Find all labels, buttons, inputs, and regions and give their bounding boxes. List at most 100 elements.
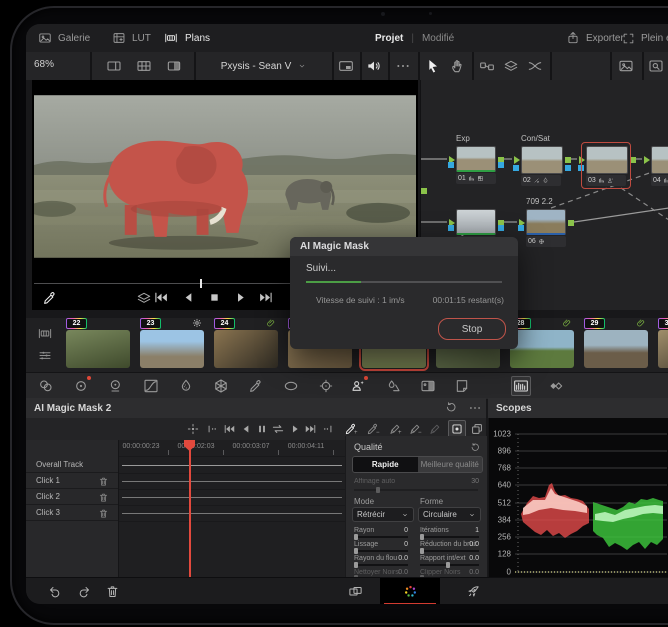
- slider-track[interactable]: [420, 562, 479, 568]
- notes-icon[interactable]: [454, 378, 470, 394]
- wipe-layers-icon[interactable]: [136, 290, 152, 306]
- node-bar[interactable]: 01: [456, 173, 496, 184]
- node-input[interactable]: [579, 156, 585, 164]
- node-mask-output[interactable]: [498, 162, 504, 168]
- zoom-level[interactable]: 68%: [34, 59, 54, 70]
- hand-tool-icon[interactable]: [450, 58, 466, 74]
- copy-mask-icon[interactable]: [470, 422, 484, 436]
- more-options-icon[interactable]: [395, 58, 411, 74]
- node-mask-input[interactable]: [518, 225, 524, 231]
- stop-icon[interactable]: [206, 289, 223, 306]
- undo-icon[interactable]: [48, 584, 63, 599]
- node-bar[interactable]: 06: [526, 236, 566, 247]
- delete-track-icon[interactable]: [98, 508, 109, 519]
- refine-slider[interactable]: [354, 487, 478, 493]
- scopes-toggle-icon[interactable]: [511, 376, 531, 396]
- node-mask-output[interactable]: [498, 225, 504, 231]
- node-input[interactable]: [644, 156, 650, 164]
- export-page-icon[interactable]: [466, 584, 481, 599]
- redo-icon[interactable]: [76, 584, 91, 599]
- clip-28[interactable]: 28: [510, 318, 574, 372]
- clip-24[interactable]: 24: [214, 318, 278, 372]
- node-output[interactable]: [568, 220, 574, 226]
- stop-button[interactable]: Stop: [438, 318, 506, 340]
- picker-add-icon[interactable]: +: [344, 422, 358, 436]
- primaries-icon[interactable]: [73, 376, 91, 394]
- pointer-tool-icon[interactable]: [425, 58, 441, 74]
- track-overall[interactable]: Overall Track: [26, 457, 118, 473]
- play-reverse-icon[interactable]: [180, 289, 197, 306]
- shape-dropdown[interactable]: Circulaire: [418, 507, 481, 522]
- slider-track[interactable]: [420, 548, 479, 554]
- node-mask-input[interactable]: [578, 165, 584, 171]
- node-thumbnail[interactable]: [578, 146, 636, 174]
- node-bar[interactable]: 03: [586, 175, 626, 186]
- audio-icon[interactable]: [366, 58, 382, 74]
- cut-page-icon[interactable]: [348, 584, 363, 599]
- node-bar[interactable]: 02: [521, 175, 561, 186]
- track-forward-icon[interactable]: [288, 422, 302, 436]
- curves-icon[interactable]: [143, 378, 159, 394]
- node-bar[interactable]: 04: [651, 175, 668, 186]
- scrubber-playhead[interactable]: [200, 279, 202, 288]
- clips-strip-icon[interactable]: [36, 326, 54, 341]
- blur-icon[interactable]: [386, 378, 402, 394]
- tracker-icon[interactable]: [318, 378, 334, 394]
- clip-title-dropdown[interactable]: Pxysis - Sean V: [196, 52, 332, 80]
- trash-icon[interactable]: [105, 584, 120, 599]
- pen-remove-icon[interactable]: −: [408, 422, 422, 436]
- hq-monitor-icon[interactable]: [338, 58, 354, 74]
- node-01[interactable]: Exp 01: [448, 134, 504, 184]
- eyedropper-icon[interactable]: [42, 290, 58, 306]
- dialog-title-bar[interactable]: AI Magic Mask: [290, 237, 518, 256]
- playhead-line[interactable]: [189, 440, 191, 577]
- effects-icon[interactable]: [420, 378, 436, 394]
- quality-best[interactable]: Meilleure qualité: [417, 457, 482, 472]
- keyframes-icon[interactable]: [548, 378, 564, 394]
- delete-track-icon[interactable]: [98, 492, 109, 503]
- timeline-sliders-icon[interactable]: [37, 348, 53, 363]
- layers-icon[interactable]: [503, 58, 519, 74]
- node-mask-input[interactable]: [448, 225, 454, 231]
- go-end-icon[interactable]: [304, 422, 318, 436]
- stills-icon[interactable]: [618, 58, 634, 74]
- node-04[interactable]: 04: [644, 146, 668, 186]
- node-thumbnail[interactable]: [644, 146, 668, 174]
- viewer-image[interactable]: [34, 95, 416, 258]
- skip-end-icon[interactable]: [258, 289, 275, 306]
- track-bar[interactable]: [122, 513, 342, 514]
- clip-thumbnail[interactable]: [510, 330, 574, 368]
- color-page-tab[interactable]: [380, 578, 440, 604]
- node-06[interactable]: 709 2.2 06: [518, 197, 574, 247]
- node-thumbnail[interactable]: [448, 209, 504, 235]
- track-point-icon[interactable]: [186, 422, 200, 436]
- pen-icon[interactable]: [428, 422, 442, 436]
- node-mask-output[interactable]: [565, 165, 571, 171]
- mixer-icon[interactable]: [527, 58, 543, 74]
- qualifier-icon[interactable]: [178, 378, 194, 394]
- clip-thumbnail[interactable]: [658, 330, 668, 368]
- pause-icon[interactable]: [255, 422, 269, 436]
- slider-track[interactable]: [420, 534, 479, 540]
- node-thumbnail[interactable]: [518, 209, 574, 235]
- clip-thumbnail[interactable]: [214, 330, 278, 368]
- track-reverse-icon[interactable]: [239, 422, 253, 436]
- track-bar-overall[interactable]: [122, 465, 342, 466]
- clip-29[interactable]: 29: [584, 318, 648, 372]
- play-icon[interactable]: [232, 289, 249, 306]
- picker-remove-icon[interactable]: −: [366, 422, 380, 436]
- split-view-icon[interactable]: [166, 58, 182, 74]
- grid-view-icon[interactable]: [136, 58, 152, 74]
- track-both-icon[interactable]: [271, 422, 285, 436]
- quality-fast[interactable]: Rapide: [353, 457, 418, 472]
- slider-track[interactable]: [354, 534, 408, 540]
- single-view-icon[interactable]: [106, 58, 122, 74]
- delete-track-icon[interactable]: [98, 476, 109, 487]
- warper-icon[interactable]: [213, 378, 229, 394]
- skip-start-icon[interactable]: [152, 289, 169, 306]
- pen-add-icon[interactable]: +: [388, 422, 402, 436]
- node-thumbnail[interactable]: [513, 146, 571, 174]
- tab-plans[interactable]: Plans: [163, 24, 210, 52]
- clip-thumbnail[interactable]: [140, 330, 204, 368]
- track-bar[interactable]: [122, 481, 342, 482]
